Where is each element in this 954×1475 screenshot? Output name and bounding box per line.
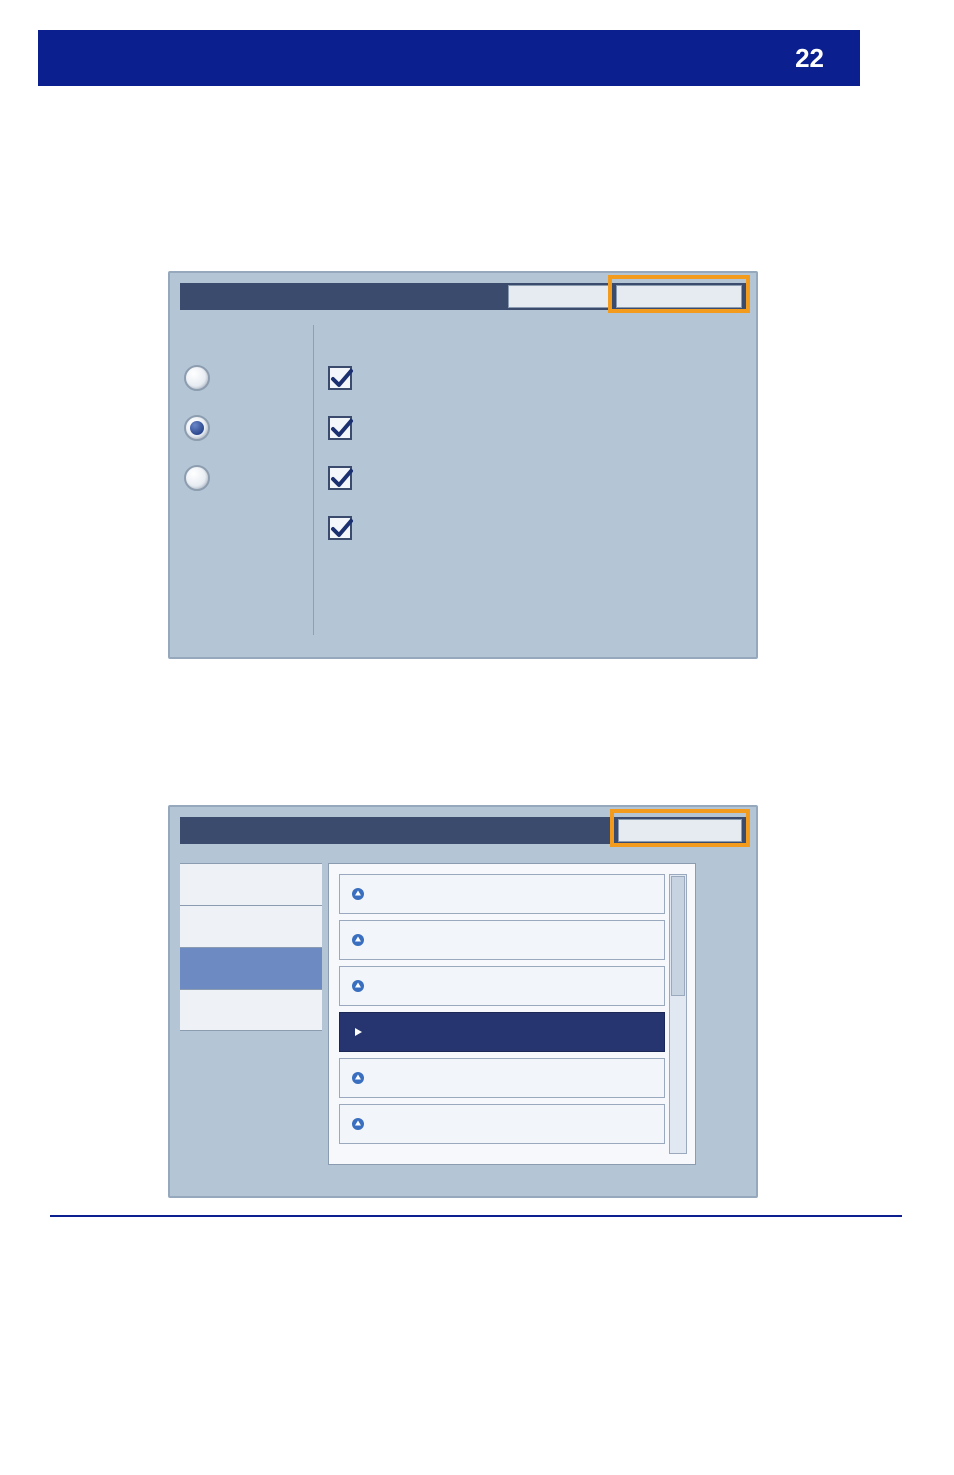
checkbox-option[interactable] [328, 503, 352, 553]
panel-a-button-1[interactable] [508, 285, 612, 308]
list-item[interactable] [339, 874, 665, 914]
checkbox-option[interactable] [328, 403, 352, 453]
sidebar-item[interactable] [180, 863, 322, 905]
page-header: 22 [38, 30, 860, 86]
list-scrollbar[interactable] [669, 874, 687, 1154]
checkbox-option[interactable] [328, 453, 352, 503]
scrollbar-thumb[interactable] [671, 876, 685, 996]
page-number: 22 [795, 43, 824, 74]
checkbox-icon [328, 516, 352, 540]
list-item[interactable] [339, 966, 665, 1006]
checkbox-icon [328, 416, 352, 440]
vertical-divider [313, 325, 314, 635]
radio-icon [184, 415, 210, 441]
up-arrow-icon [350, 978, 366, 994]
panel-b-sidebar [180, 863, 322, 1031]
radio-group [184, 353, 304, 503]
footer-rule [50, 1215, 902, 1217]
play-icon [350, 1024, 366, 1040]
sidebar-item[interactable] [180, 905, 322, 947]
list-item[interactable] [339, 1012, 665, 1052]
panel-a-button-2[interactable] [616, 285, 742, 308]
panel-b-titlebar [180, 817, 748, 844]
checkbox-icon [328, 466, 352, 490]
radio-icon [184, 365, 210, 391]
list-item[interactable] [339, 1104, 665, 1144]
sidebar-item[interactable] [180, 989, 322, 1031]
panel-list [168, 805, 758, 1198]
radio-option-2[interactable] [184, 403, 304, 453]
radio-icon [184, 465, 210, 491]
list-area [339, 874, 665, 1154]
up-arrow-icon [350, 932, 366, 948]
list-item[interactable] [339, 1058, 665, 1098]
radio-option-1[interactable] [184, 353, 304, 403]
up-arrow-icon [350, 1116, 366, 1132]
checkbox-option[interactable] [328, 353, 352, 403]
list-item[interactable] [339, 920, 665, 960]
sidebar-item[interactable] [180, 947, 322, 989]
up-arrow-icon [350, 886, 366, 902]
up-arrow-icon [350, 1070, 366, 1086]
list-content [328, 863, 696, 1165]
panel-b-button-1[interactable] [618, 819, 742, 842]
checkbox-group [328, 353, 352, 553]
panel-settings [168, 271, 758, 659]
radio-option-3[interactable] [184, 453, 304, 503]
panel-a-titlebar [180, 283, 748, 310]
checkbox-icon [328, 366, 352, 390]
